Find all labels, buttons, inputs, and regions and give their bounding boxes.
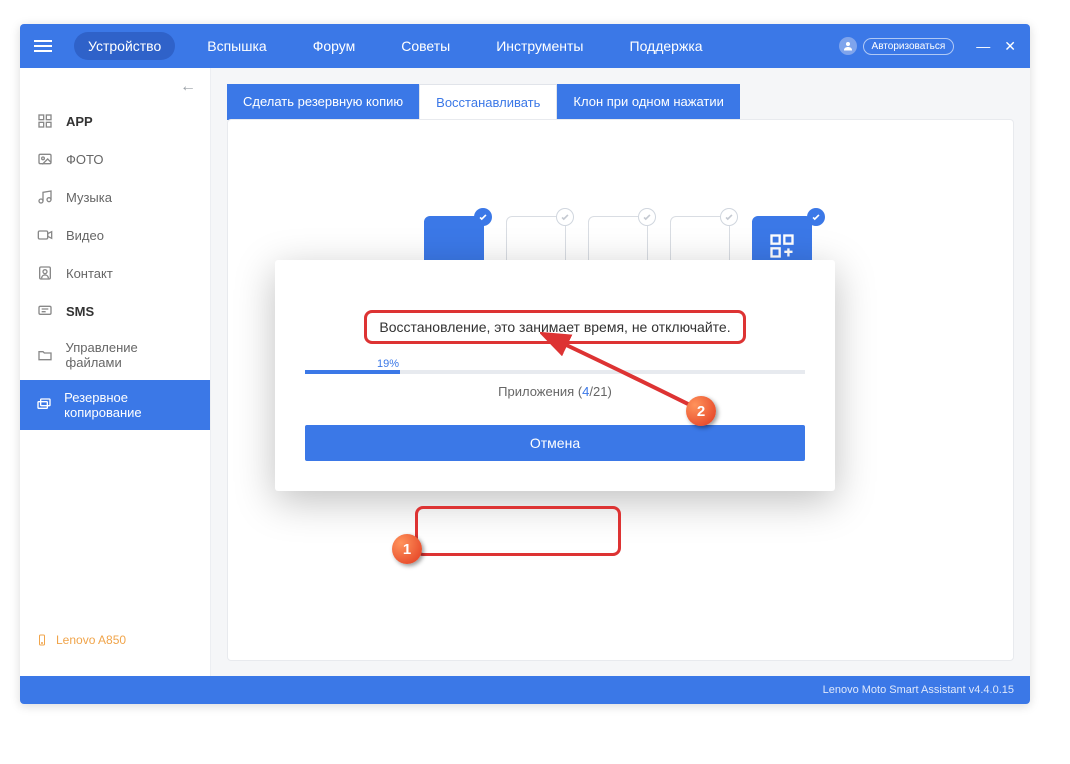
folder-icon (36, 346, 54, 364)
tab-clone[interactable]: Клон при одном нажатии (557, 84, 739, 120)
version-label: Lenovo Moto Smart Assistant v4.4.0.15 (823, 684, 1014, 696)
titlebar: Устройство Вспышка Форум Советы Инструме… (20, 24, 1030, 68)
sidebar-item-files[interactable]: Управление файлами (20, 330, 210, 380)
device-name: Lenovo A850 (56, 633, 126, 647)
sidebar-item-label: Резервное копирование (64, 390, 194, 420)
contact-icon (36, 264, 54, 282)
login-button[interactable]: Авторизоваться (863, 38, 955, 55)
sidebar-item-video[interactable]: Видео (20, 216, 210, 254)
nav-support[interactable]: Поддержка (616, 32, 717, 60)
check-icon (638, 208, 656, 226)
sidebar-item-label: Музыка (66, 190, 112, 205)
nav-tabs: Устройство Вспышка Форум Советы Инструме… (74, 32, 717, 60)
video-icon (36, 226, 54, 244)
sidebar-item-label: Видео (66, 228, 104, 243)
sidebar-item-label: SMS (66, 304, 94, 319)
sidebar-item-contact[interactable]: Контакт (20, 254, 210, 292)
progress-fill (305, 370, 400, 374)
sidebar-item-label: Контакт (66, 266, 113, 281)
menu-icon[interactable] (34, 36, 54, 56)
annotation-marker-1: 1 (392, 534, 422, 564)
check-icon (720, 208, 738, 226)
device-indicator[interactable]: Lenovo A850 (20, 622, 210, 658)
minimize-icon[interactable]: — (976, 38, 990, 54)
statusbar: Lenovo Moto Smart Assistant v4.4.0.15 (20, 676, 1030, 704)
tab-restore[interactable]: Восстанавливать (419, 84, 557, 120)
sidebar: ← АРР ФОТО Музыка (20, 68, 211, 676)
music-icon (36, 188, 54, 206)
tab-backup[interactable]: Сделать резервную копию (227, 84, 419, 120)
progress-dialog: Восстановление, это занимает время, не о… (275, 260, 835, 491)
dialog-cancel-button[interactable]: Отмена (305, 425, 805, 461)
app-window: Устройство Вспышка Форум Советы Инструме… (20, 24, 1030, 704)
progress-percent: 19% (377, 358, 805, 370)
photo-icon (36, 150, 54, 168)
progress-label: Приложения (4/21) (305, 384, 805, 399)
nav-forum[interactable]: Форум (299, 32, 370, 60)
sidebar-item-music[interactable]: Музыка (20, 178, 210, 216)
check-icon (556, 208, 574, 226)
nav-tools[interactable]: Инструменты (482, 32, 597, 60)
sidebar-item-app[interactable]: АРР (20, 102, 210, 140)
phone-icon (36, 632, 48, 648)
sidebar-item-sms[interactable]: SMS (20, 292, 210, 330)
apps-icon (36, 112, 54, 130)
user-area: Авторизоваться (839, 37, 955, 55)
user-icon (839, 37, 857, 55)
sidebar-item-backup[interactable]: Резервное копирование (20, 380, 210, 430)
sub-tabs: Сделать резервную копию Восстанавливать … (227, 84, 1014, 120)
check-icon (807, 208, 825, 226)
window-controls: — ✕ (976, 38, 1016, 55)
back-icon[interactable]: ← (20, 68, 210, 96)
progress-bar (305, 370, 805, 374)
close-icon[interactable]: ✕ (1004, 38, 1016, 55)
nav-device[interactable]: Устройство (74, 32, 175, 60)
sidebar-item-label: ФОТО (66, 152, 103, 167)
sidebar-item-label: АРР (66, 114, 93, 129)
backup-icon (36, 396, 52, 414)
sidebar-item-label: Управление файлами (66, 340, 194, 370)
sms-icon (36, 302, 54, 320)
dialog-message: Восстановление, это занимает время, не о… (364, 310, 745, 344)
nav-flash[interactable]: Вспышка (193, 32, 280, 60)
check-icon (474, 208, 492, 226)
sidebar-item-photo[interactable]: ФОТО (20, 140, 210, 178)
nav-tips[interactable]: Советы (387, 32, 464, 60)
annotation-marker-2: 2 (686, 396, 716, 426)
